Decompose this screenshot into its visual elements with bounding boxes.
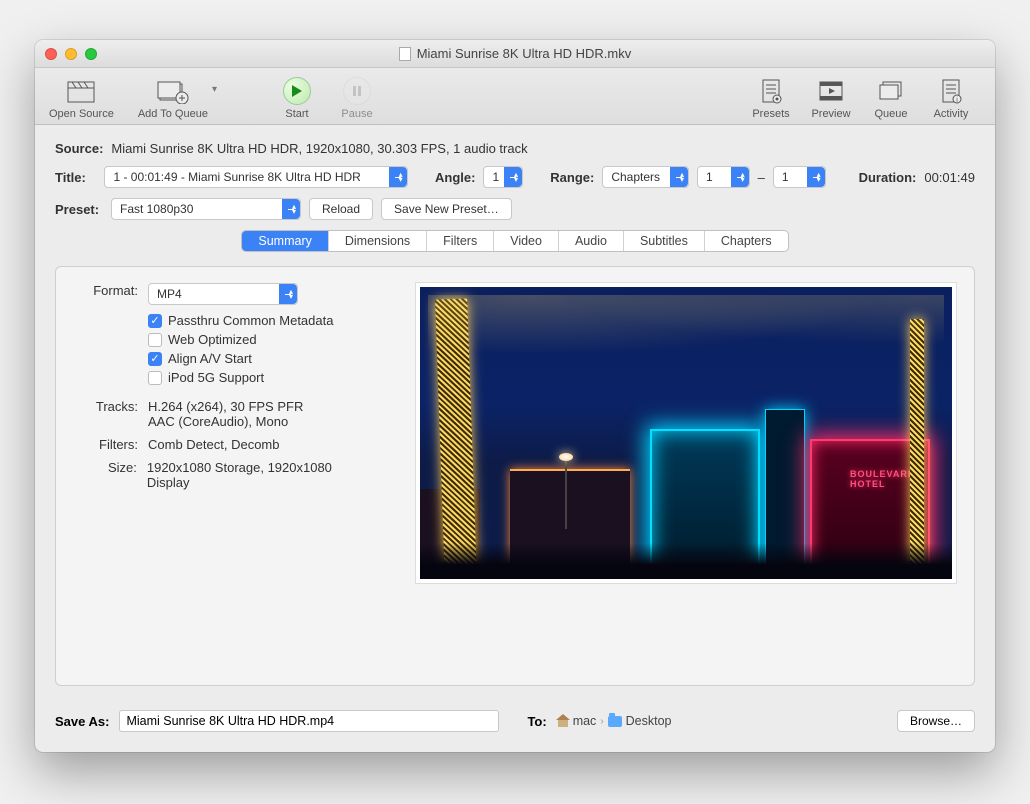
tab-chapters[interactable]: Chapters xyxy=(705,231,788,251)
browse-button[interactable]: Browse… xyxy=(897,710,975,732)
presets-icon xyxy=(760,78,782,104)
range-to-select[interactable]: 1▴▾ xyxy=(773,166,826,188)
open-source-button[interactable]: Open Source xyxy=(49,74,114,120)
passthru-metadata-checkbox[interactable]: ✓Passthru Common Metadata xyxy=(148,313,374,328)
title-select[interactable]: 1 - 00:01:49 - Miami Sunrise 8K Ultra HD… xyxy=(104,166,407,188)
queue-button[interactable]: Queue xyxy=(861,74,921,120)
queue-icon xyxy=(877,78,905,104)
preview-button[interactable]: Preview xyxy=(801,74,861,120)
reload-button[interactable]: Reload xyxy=(309,198,373,220)
titlebar: Miami Sunrise 8K Ultra HD HDR.mkv xyxy=(35,40,995,68)
format-select[interactable]: MP4▴▾ xyxy=(148,283,298,305)
start-button[interactable]: Start xyxy=(267,74,327,120)
filters-label: Filters: xyxy=(74,437,138,452)
video-preview: BOULEVARD HOTEL xyxy=(416,283,956,583)
app-window: Miami Sunrise 8K Ultra HD HDR.mkv Open S… xyxy=(35,40,995,752)
angle-label: Angle: xyxy=(435,170,475,185)
tab-summary[interactable]: Summary xyxy=(242,231,328,251)
align-av-start-checkbox[interactable]: ✓Align A/V Start xyxy=(148,351,374,366)
queue-add-icon xyxy=(156,78,190,104)
zoom-window-button[interactable] xyxy=(85,48,97,60)
pause-icon xyxy=(353,86,361,96)
preset-label: Preset: xyxy=(55,202,103,217)
file-icon xyxy=(399,47,411,61)
source-label: Source: xyxy=(55,141,103,156)
activity-button[interactable]: i Activity xyxy=(921,74,981,120)
clapper-icon xyxy=(66,78,96,104)
to-label: To: xyxy=(527,714,546,729)
preset-select[interactable]: Fast 1080p30▴▾ xyxy=(111,198,301,220)
close-window-button[interactable] xyxy=(45,48,57,60)
size-value: 1920x1080 Storage, 1920x1080 Display xyxy=(147,460,374,490)
play-icon xyxy=(292,85,302,97)
neon-sign-boulevard: BOULEVARD HOTEL xyxy=(850,469,952,489)
source-value: Miami Sunrise 8K Ultra HD HDR, 1920x1080… xyxy=(111,141,527,156)
range-label: Range: xyxy=(550,170,594,185)
range-separator: – xyxy=(758,170,765,185)
toolbar: Open Source Add To Queue ▾ Start Pause P… xyxy=(35,68,995,125)
chevron-right-icon: › xyxy=(600,716,603,727)
tab-dimensions[interactable]: Dimensions xyxy=(329,231,427,251)
range-from-select[interactable]: 1▴▾ xyxy=(697,166,750,188)
tracks-video: H.264 (x264), 30 FPS PFR xyxy=(148,399,303,414)
duration-value: 00:01:49 xyxy=(924,170,975,185)
title-label: Title: xyxy=(55,170,96,185)
tab-filters[interactable]: Filters xyxy=(427,231,494,251)
tab-bar: Summary Dimensions Filters Video Audio S… xyxy=(55,230,975,252)
save-as-label: Save As: xyxy=(55,714,109,729)
angle-select[interactable]: 1▴▾ xyxy=(483,166,523,188)
home-icon xyxy=(557,715,569,727)
duration-label: Duration: xyxy=(859,170,917,185)
tab-audio[interactable]: Audio xyxy=(559,231,624,251)
tracks-audio: AAC (CoreAudio), Mono xyxy=(148,414,303,429)
path-folder[interactable]: Desktop xyxy=(608,714,672,728)
tab-subtitles[interactable]: Subtitles xyxy=(624,231,705,251)
web-optimized-checkbox[interactable]: Web Optimized xyxy=(148,332,374,347)
pause-button: Pause xyxy=(327,74,387,120)
size-label: Size: xyxy=(74,460,137,490)
window-title: Miami Sunrise 8K Ultra HD HDR.mkv xyxy=(417,46,632,61)
tab-video[interactable]: Video xyxy=(494,231,559,251)
activity-icon: i xyxy=(940,78,962,104)
folder-icon xyxy=(608,716,622,727)
preview-icon xyxy=(818,78,844,104)
range-type-select[interactable]: Chapters▴▾ xyxy=(602,166,689,188)
path-user[interactable]: mac xyxy=(557,714,597,728)
filters-value: Comb Detect, Decomb xyxy=(148,437,280,452)
summary-pane: Format: MP4▴▾ ✓Passthru Common Metadata … xyxy=(55,266,975,686)
tracks-label: Tracks: xyxy=(74,399,138,429)
save-new-preset-button[interactable]: Save New Preset… xyxy=(381,198,512,220)
format-label: Format: xyxy=(74,283,138,305)
add-to-queue-button[interactable]: Add To Queue xyxy=(138,74,208,120)
presets-button[interactable]: Presets xyxy=(741,74,801,120)
save-as-input[interactable] xyxy=(119,710,499,732)
ipod-5g-support-checkbox[interactable]: iPod 5G Support xyxy=(148,370,374,385)
window-controls xyxy=(45,48,97,60)
minimize-window-button[interactable] xyxy=(65,48,77,60)
add-to-queue-menu-button[interactable]: ▾ xyxy=(212,74,217,95)
